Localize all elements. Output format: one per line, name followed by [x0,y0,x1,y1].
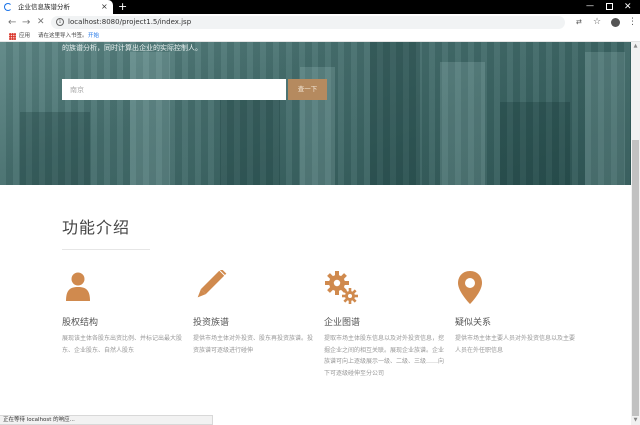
building-shape [585,52,625,185]
feature-description: 提取市场主体股东信息以及对外投资信息，挖掘企业之间的相互关联。展现企业族谱。企业… [324,335,445,377]
search-button[interactable]: 查一下 [288,79,327,100]
url-text[interactable]: localhost:8080/project1.5/index.jsp [68,16,191,29]
feature-title: 疑似关系 [455,318,492,328]
building-shape [440,62,485,185]
section-divider [62,249,150,250]
feature-title: 企业图谱 [324,318,361,328]
stop-loading-icon[interactable]: ✕ [37,14,45,31]
import-bookmarks-prompt: 请在这里导入书签。 [38,33,88,39]
bookmark-star-icon[interactable]: ☆ [593,14,601,31]
building-shape [500,102,570,185]
hero-description: 的族谱分析，同时计算出企业的实际控制人。 [62,44,202,52]
status-bar: 正在等待 localhost 的响应... [0,415,213,425]
map-pin-icon [458,271,482,304]
feature-description: 提供市场主体对外投资、股东再投资族谱。投资族谱可逐级进行碰伸 [193,335,314,354]
person-icon [66,272,90,301]
pencil-icon [197,270,227,298]
browser-toolbar: ← → ✕ i localhost:8080/project1.5/index.… [0,14,640,31]
company-search-input[interactable] [62,79,286,100]
section-title: 功能介绍 [62,218,131,237]
feature-title: 股权结构 [62,318,99,328]
loading-spinner-icon [4,3,12,11]
maximize-icon[interactable] [606,3,613,10]
apps-label[interactable]: 应用 [19,31,30,42]
site-info-icon[interactable]: i [56,18,64,26]
active-tab[interactable]: 企业信息族谱分析 × [0,0,113,14]
feature-description: 提供市场主体主要人员对外投资信息以及主要人员在外任职信息 [455,335,576,354]
building-shape [130,52,170,185]
bookmarks-bar: 应用 请在这里导入书签。 开始 [0,31,640,42]
hero-banner: 的族谱分析，同时计算出企业的实际控制人。 查一下 [0,42,631,185]
translate-icon[interactable]: ⇄ [576,14,582,31]
tab-close-icon[interactable]: × [101,1,108,13]
back-arrow-icon[interactable]: ← [8,14,16,31]
tab-title: 企业信息族谱分析 [18,3,70,11]
tab-strip: 企业信息族谱分析 × + — ✕ [0,0,640,14]
feature-description: 展现该主体各股东出资比例、并标记出最大股东、企业股东、自然人股东 [62,335,183,354]
menu-kebab-icon[interactable]: ⋮ [628,14,637,31]
start-link[interactable]: 开始 [88,31,99,42]
forward-arrow-icon[interactable]: → [22,14,30,31]
page-scrollbar[interactable]: ▲ ▼ [631,42,640,425]
apps-grid-icon[interactable] [9,33,16,40]
new-tab-button[interactable]: + [118,0,127,14]
address-bar[interactable]: i localhost:8080/project1.5/index.jsp [51,16,565,29]
building-shape [370,42,420,185]
window-close-icon[interactable]: ✕ [624,0,632,14]
building-shape [20,112,90,185]
feature-title: 投资族谱 [193,318,230,328]
minimize-icon[interactable]: — [586,0,594,12]
profile-avatar-icon[interactable] [611,18,620,27]
scroll-down-arrow-icon[interactable]: ▼ [631,416,640,425]
gears-icon [325,271,358,304]
features-section: 功能介绍 股权结构 展现该主体各股东出资比例、并标记出最大股东、企业股东、自然人… [0,185,631,425]
scroll-up-arrow-icon[interactable]: ▲ [631,42,640,51]
scroll-thumb[interactable] [632,140,639,416]
